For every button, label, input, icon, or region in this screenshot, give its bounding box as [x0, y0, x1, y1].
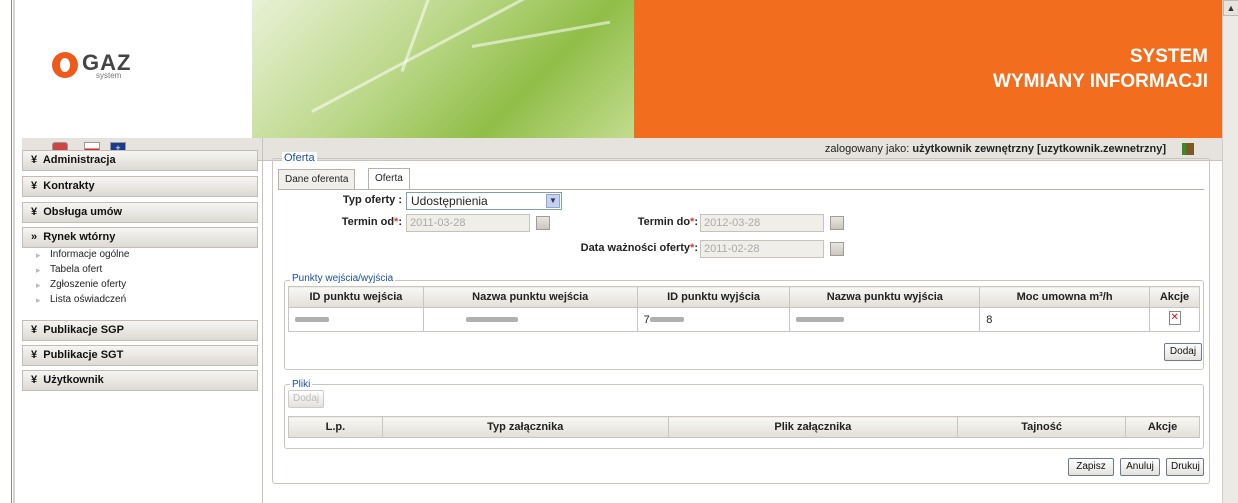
- system-title-line2: WYMIANY INFORMACJI: [993, 71, 1208, 92]
- window-left-edge: [13, 0, 15, 503]
- nav-obsluga-umow[interactable]: ¥ Obsługa umów: [22, 202, 258, 223]
- logout-icon[interactable]: [1182, 143, 1194, 155]
- termin-do-label: Termin do*:: [637, 216, 698, 228]
- punkty-legend: Punkty wejścia/wyjścia: [290, 273, 396, 284]
- termin-od-label: Termin od*:: [341, 216, 402, 228]
- tab-dane-oferenta[interactable]: Dane oferenta: [278, 169, 356, 189]
- nav-tabela-ofert[interactable]: Tabela ofert: [22, 263, 258, 278]
- add-point-button[interactable]: Dodaj: [1164, 343, 1202, 361]
- punkty-table: ID punktu wejścia Nazwa punktu wejścia I…: [288, 286, 1200, 332]
- oferta-legend: Oferta: [282, 152, 317, 164]
- nav-administracja[interactable]: ¥ Administracja: [22, 150, 258, 171]
- redacted-text: [465, 317, 518, 323]
- scroll-up-icon[interactable]: ▲: [1223, 0, 1238, 16]
- nav-publikacje-sgt[interactable]: ¥ Publikacje SGT: [22, 345, 258, 366]
- vertical-scrollbar[interactable]: ▲: [1222, 0, 1238, 503]
- cancel-button[interactable]: Anuluj: [1120, 458, 1160, 476]
- col-id-wyjscia: ID punktu wyjścia: [636, 286, 791, 308]
- cell-nazwa-wejscia: [422, 307, 638, 332]
- pliki-header-row: L.p. Typ załącznika Plik załącznika Tajn…: [288, 416, 1200, 438]
- cell-id-wyjscia: 7: [636, 307, 791, 332]
- tab-oferta[interactable]: Oferta: [368, 168, 410, 189]
- col-plik-zalacznika: Plik załącznika: [667, 416, 959, 438]
- cell-nazwa-wyjscia: [789, 307, 981, 332]
- col-id-wejscia: ID punktu wejścia: [288, 286, 424, 308]
- pliki-legend: Pliki: [290, 379, 313, 390]
- col-lp: L.p.: [288, 416, 383, 438]
- tab-underline: [278, 189, 1204, 190]
- termin-do-input[interactable]: 2012-03-28: [700, 214, 824, 232]
- logo-subtext: system: [96, 71, 122, 80]
- typ-oferty-label: Typ oferty :: [342, 194, 402, 206]
- delete-icon[interactable]: [1168, 311, 1181, 325]
- system-title-line1: SYSTEM: [1129, 46, 1208, 67]
- nav-publikacje-sgp[interactable]: ¥ Publikacje SGP: [22, 320, 258, 341]
- col-tajnosc: Tajność: [957, 416, 1127, 438]
- typ-oferty-value: Udostępnienia: [411, 194, 488, 208]
- data-waznosci-label: Data ważności oferty*:: [580, 242, 698, 254]
- pliki-table: L.p. Typ załącznika Plik załącznika Tajn…: [288, 416, 1200, 438]
- redacted-text: [649, 317, 684, 323]
- header-logo-area: GAZ system: [22, 0, 252, 138]
- window-left-border: [0, 0, 12, 503]
- calendar-icon[interactable]: [536, 216, 550, 230]
- logged-in-user: zalogowany jako: użytkownik zewnętrzny […: [825, 143, 1166, 155]
- logged-label: zalogowany jako:: [824, 143, 910, 155]
- page-header: GAZ system SYSTEM WYMIANY INFORMACJI: [22, 0, 1222, 138]
- cell-moc-umowna: 8: [979, 307, 1150, 332]
- user-name: użytkownik zewnętrzny [uzytkownik.zewnet…: [912, 143, 1166, 155]
- chevron-down-icon[interactable]: ▼: [546, 194, 560, 208]
- nav-zgloszenie-oferty[interactable]: Zgłoszenie oferty: [22, 278, 258, 293]
- calendar-icon[interactable]: [830, 216, 844, 230]
- col-akcje: Akcje: [1125, 416, 1200, 438]
- col-nazwa-wyjscia: Nazwa punktu wyjścia: [789, 286, 981, 308]
- nav-rynek-wtorny[interactable]: » Rynek wtórny: [22, 227, 258, 248]
- print-button[interactable]: Drukuj: [1166, 458, 1204, 476]
- redacted-text: [796, 317, 845, 323]
- system-title: SYSTEM WYMIANY INFORMACJI: [993, 44, 1208, 94]
- table-row: 7 8: [288, 307, 1200, 332]
- nav-kontrakty[interactable]: ¥ Kontrakty: [22, 176, 258, 197]
- sidebar-divider: [262, 138, 263, 503]
- cell-id-wejscia: [288, 307, 424, 332]
- col-akcje: Akcje: [1149, 286, 1200, 308]
- cell-akcje: [1149, 307, 1200, 332]
- header-banner: SYSTEM WYMIANY INFORMACJI: [634, 0, 1222, 138]
- data-waznosci-input[interactable]: 2011-02-28: [700, 240, 824, 258]
- col-moc-umowna: Moc umowna m³/h: [979, 286, 1150, 308]
- nav-uzytkownik[interactable]: ¥ Użytkownik: [22, 370, 258, 391]
- sidebar-nav: ¥ Administracja ¥ Kontrakty ¥ Obsługa um…: [22, 150, 258, 400]
- calendar-icon[interactable]: [830, 242, 844, 256]
- col-typ-zalacznika: Typ załącznika: [381, 416, 669, 438]
- nav-lista-oswiadczen[interactable]: Lista oświadczeń: [22, 293, 258, 308]
- typ-oferty-select[interactable]: Udostępnienia ▼: [406, 192, 562, 210]
- save-button[interactable]: Zapisz: [1068, 458, 1114, 476]
- nav-informacje-ogolne[interactable]: Informacje ogólne: [22, 248, 258, 263]
- termin-od-input[interactable]: 2011-03-28: [406, 214, 530, 232]
- col-nazwa-wejscia: Nazwa punktu wejścia: [422, 286, 638, 308]
- header-leaf-image: [252, 0, 634, 138]
- redacted-text: [295, 317, 329, 323]
- punkty-header-row: ID punktu wejścia Nazwa punktu wejścia I…: [288, 286, 1200, 308]
- flame-icon: [52, 52, 78, 78]
- gaz-system-logo: GAZ system: [52, 50, 202, 80]
- add-file-button[interactable]: Dodaj: [288, 390, 324, 408]
